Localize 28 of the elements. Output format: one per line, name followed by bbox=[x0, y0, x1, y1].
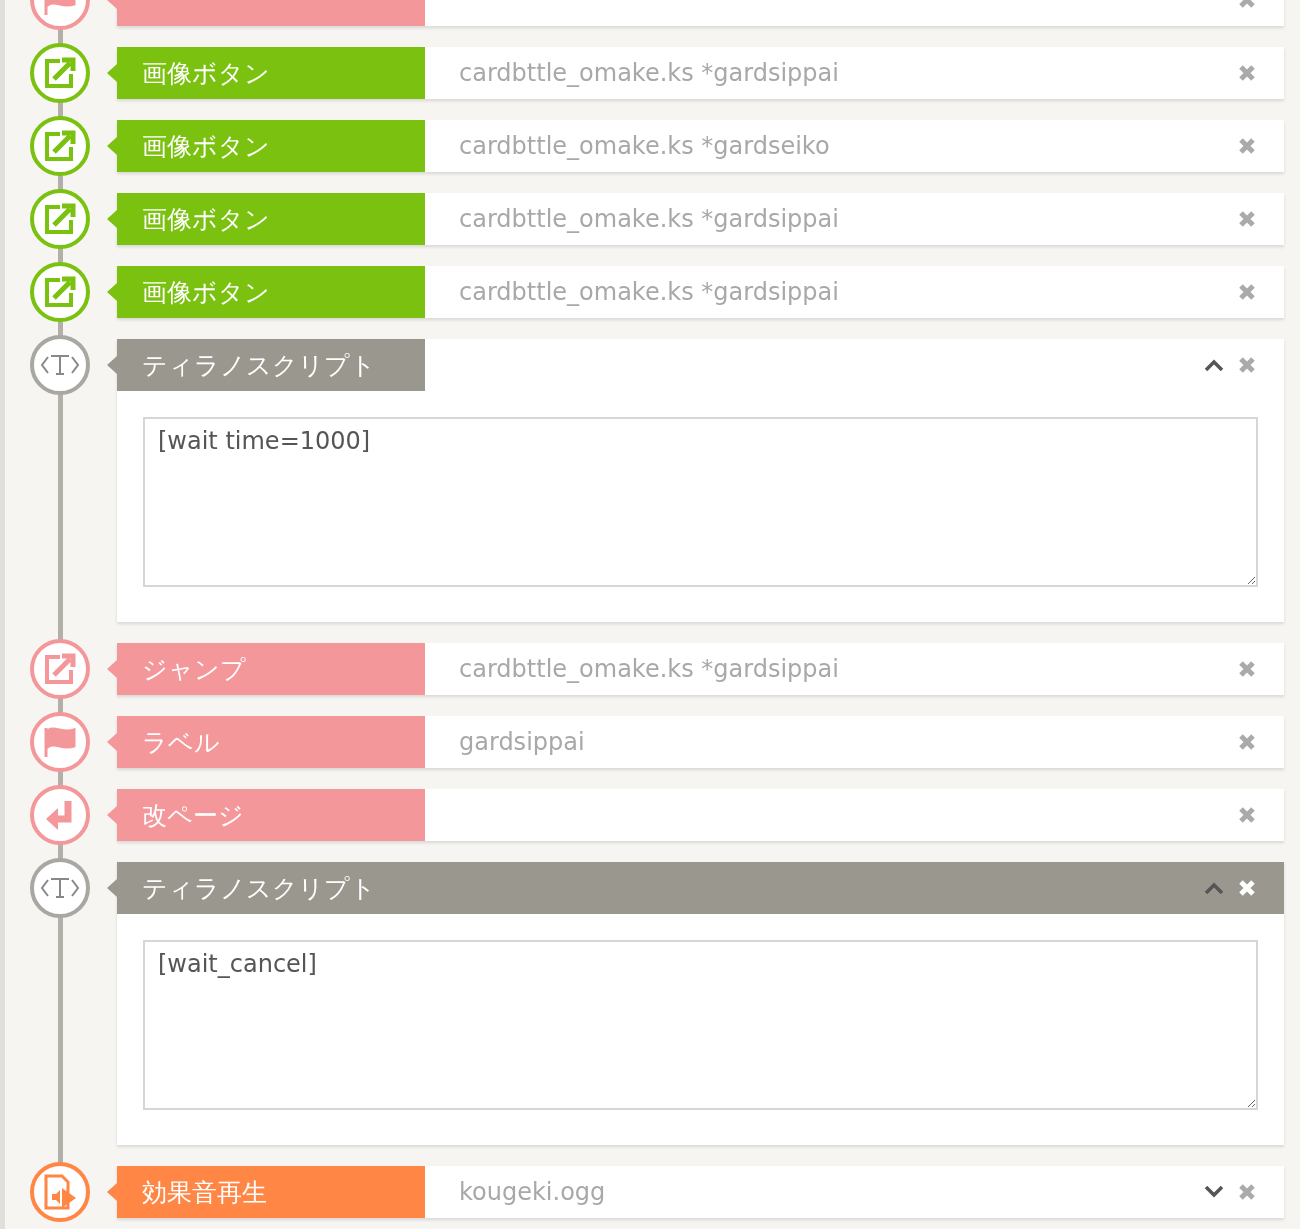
command-title: ジャンプ bbox=[107, 643, 425, 695]
sound-file-icon bbox=[42, 1174, 78, 1210]
script-textarea[interactable]: [wait time=1000] bbox=[143, 417, 1258, 587]
external-link-icon bbox=[42, 201, 78, 237]
command-value: cardbttle_omake.ks *gardseiko bbox=[459, 132, 830, 160]
command-title: 改ページ bbox=[107, 789, 425, 841]
code-tag-icon bbox=[40, 876, 80, 900]
command-value: kougeki.ogg bbox=[459, 1178, 606, 1206]
command-title: 画像ボタン bbox=[107, 120, 425, 172]
command-title: 効果音再生 bbox=[107, 1166, 425, 1218]
command-title: 画像ボタン bbox=[107, 193, 425, 245]
external-link-icon bbox=[42, 55, 78, 91]
command-value: cardbttle_omake.ks *gardsippai bbox=[459, 205, 839, 233]
external-link-icon bbox=[42, 651, 78, 687]
command-value: cardbttle_omake.ks *gardsippai bbox=[459, 59, 839, 87]
expand-chevron-icon[interactable] bbox=[1204, 1186, 1224, 1198]
command-value: cardbttle_omake.ks *gardsippai bbox=[459, 655, 839, 683]
code-tag-icon bbox=[40, 353, 80, 377]
command-title: 画像ボタン bbox=[107, 47, 425, 99]
command-title: ラベル bbox=[107, 716, 425, 768]
command-title: 画像ボタン bbox=[107, 266, 425, 318]
external-link-icon bbox=[42, 128, 78, 164]
collapse-chevron-icon[interactable] bbox=[1204, 359, 1224, 371]
command-title: ティラノスクリプト bbox=[107, 339, 425, 391]
command-value: gardsippai bbox=[459, 728, 585, 756]
command-value: cardbttle_omake.ks *gardsippai bbox=[459, 278, 839, 306]
script-textarea[interactable]: [wait_cancel] bbox=[143, 940, 1258, 1110]
external-link-icon bbox=[42, 274, 78, 310]
